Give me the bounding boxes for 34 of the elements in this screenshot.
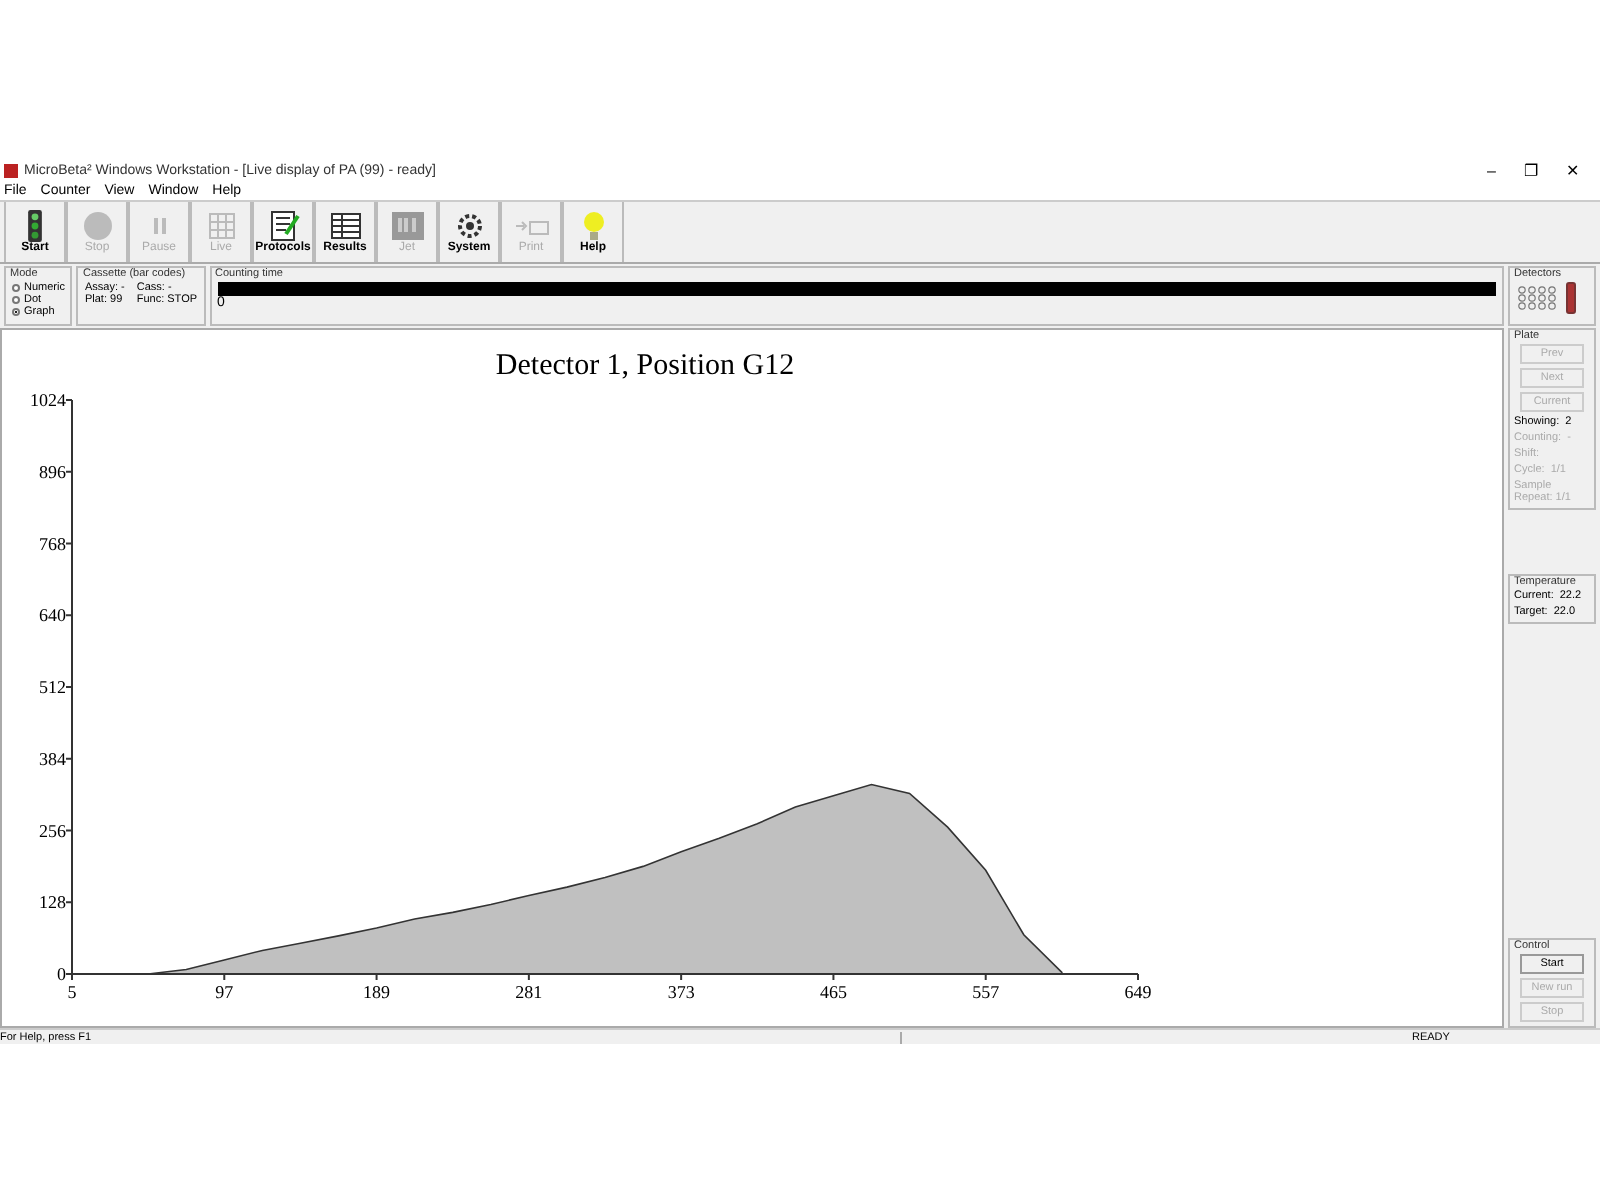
y-tick-label: 768 xyxy=(39,533,66,554)
stop-sign-icon xyxy=(79,210,115,242)
radio-button[interactable] xyxy=(12,308,20,316)
y-tick-label: 512 xyxy=(39,677,66,697)
x-tick-label: 5 xyxy=(67,982,77,1002)
minimize-button[interactable]: – xyxy=(1487,161,1496,179)
app-icon xyxy=(4,163,18,177)
thermometer-icon xyxy=(1566,282,1576,314)
x-tick-label: 465 xyxy=(819,982,847,1002)
y-tick-label: 0 xyxy=(57,964,66,984)
close-button[interactable]: ✕ xyxy=(1566,161,1580,179)
y-tick-label: 1024 xyxy=(30,390,66,410)
x-tick-label: 97 xyxy=(215,982,234,1002)
traffic-light-icon xyxy=(28,210,42,242)
chart-title: Detector 1, Position G12 xyxy=(495,350,795,382)
x-tick-label: 281 xyxy=(515,982,543,1002)
x-tick-label: 373 xyxy=(667,982,695,1002)
x-tick-label: 557 xyxy=(972,982,1000,1002)
x-tick-label: 189 xyxy=(363,982,391,1002)
x-tick-label: 649 xyxy=(1124,982,1152,1002)
restore-button[interactable]: ❐ xyxy=(1524,161,1538,179)
y-tick-label: 896 xyxy=(39,461,66,482)
radio-button[interactable] xyxy=(12,284,20,292)
y-tick-label: 128 xyxy=(39,892,66,913)
detector-grid-icon xyxy=(1516,286,1560,310)
document-pen-icon xyxy=(265,210,301,242)
y-tick-label: 640 xyxy=(39,605,66,626)
grid-icon xyxy=(203,210,239,242)
y-tick-label: 256 xyxy=(39,820,66,841)
y-tick-label: 384 xyxy=(39,748,66,769)
radio-button[interactable] xyxy=(12,296,20,304)
jet-logo-icon xyxy=(389,210,425,242)
pause-icon xyxy=(153,218,165,234)
table-icon xyxy=(327,210,363,242)
